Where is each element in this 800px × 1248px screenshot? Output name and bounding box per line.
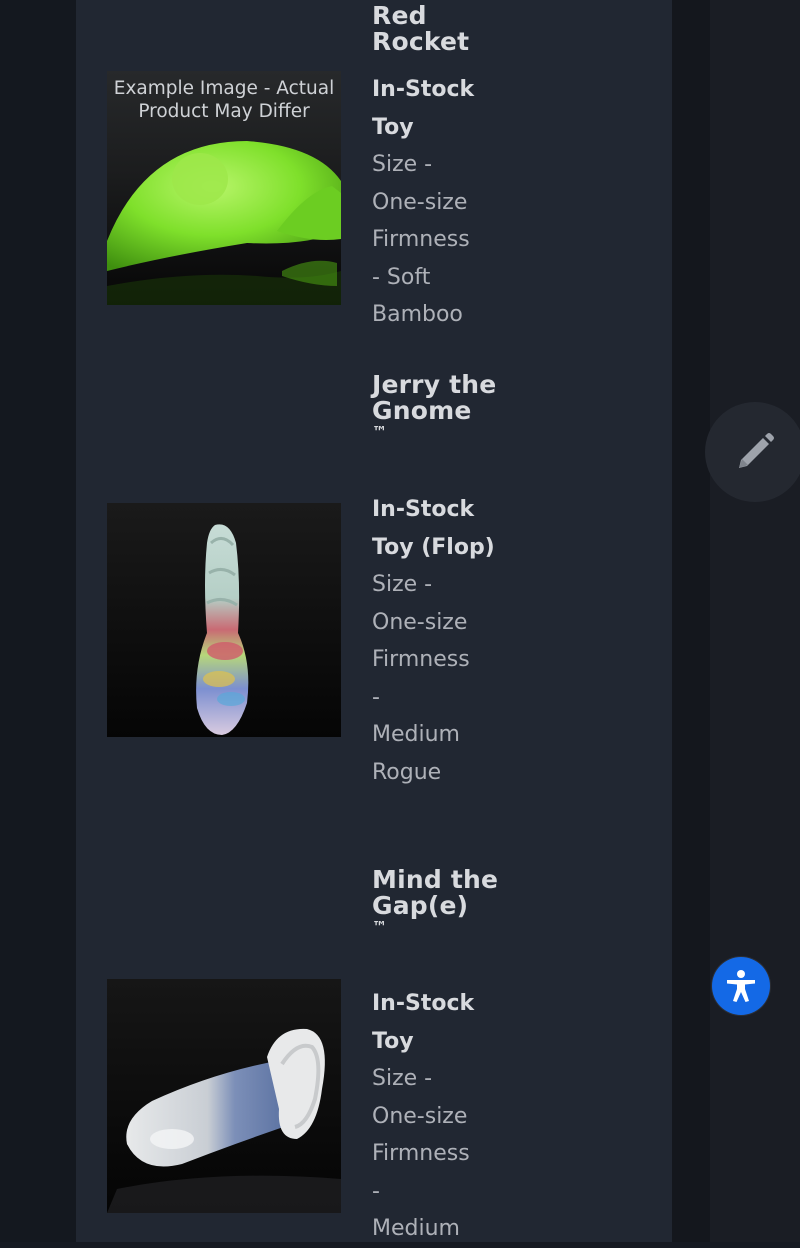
- product-card: Mind the Gap(e) ™ In-Stock Toy Size - On…: [76, 840, 672, 1242]
- multicolor-toy-image: [107, 503, 341, 737]
- white-blue-toy-image: [107, 979, 341, 1213]
- product-title-text: Jerry the Gnome: [372, 370, 497, 425]
- image-caption: Example Image - Actual Product May Diffe…: [113, 78, 335, 122]
- product-details: In-Stock Toy Size - One-size Firmness - …: [372, 985, 502, 1248]
- detail-line: Firmness: [372, 1141, 470, 1166]
- detail-line: One-size: [372, 1103, 468, 1129]
- product-image[interactable]: [107, 979, 341, 1213]
- detail-line: - Soft: [372, 264, 431, 290]
- product-title[interactable]: Red Rocket: [372, 3, 502, 55]
- product-title-text: Red Rocket: [372, 1, 470, 56]
- detail-line: Medium: [372, 722, 460, 747]
- stock-status: In-Stock Toy: [372, 991, 475, 1054]
- product-image[interactable]: Example Image - Actual Product May Diffe…: [107, 71, 341, 305]
- trademark-symbol: ™: [372, 423, 388, 441]
- accessibility-person-icon: [727, 970, 755, 1002]
- stock-status: In-Stock Toy: [372, 77, 475, 140]
- product-title[interactable]: Mind the Gap(e) ™: [372, 867, 502, 936]
- trademark-symbol: ™: [372, 918, 388, 936]
- product-card: Jerry the Gnome ™ In-Stock Toy (Flop) Si…: [76, 340, 672, 840]
- detail-line: -: [372, 1178, 380, 1204]
- product-title-text: Mind the Gap(e): [372, 865, 499, 920]
- product-list-panel: Red Rocket Example Image - Actual Produc…: [76, 0, 672, 1242]
- detail-line: Bamboo: [372, 302, 463, 327]
- product-details: In-Stock Toy Size - One-size Firmness - …: [372, 71, 502, 334]
- detail-line: Size -: [372, 572, 433, 597]
- detail-line: One-size: [372, 609, 468, 635]
- detail-line: Firmness: [372, 647, 470, 672]
- edit-button[interactable]: [705, 402, 800, 502]
- detail-line: Size -: [372, 152, 433, 177]
- detail-line: -: [372, 684, 380, 710]
- product-card: Red Rocket Example Image - Actual Produc…: [76, 0, 672, 340]
- product-details: In-Stock Toy (Flop) Size - One-size Firm…: [372, 491, 502, 791]
- accessibility-button[interactable]: [712, 957, 770, 1015]
- product-title[interactable]: Jerry the Gnome ™: [372, 372, 502, 441]
- product-image[interactable]: [107, 503, 341, 737]
- detail-line: Rogue: [372, 759, 442, 785]
- right-gutter: [672, 0, 710, 1242]
- left-margin: [0, 0, 76, 1242]
- detail-line: Size -: [372, 1066, 433, 1091]
- detail-line: One-size: [372, 189, 468, 215]
- stock-status: In-Stock Toy (Flop): [372, 497, 495, 560]
- detail-line: Firmness: [372, 227, 470, 252]
- pencil-icon: [739, 433, 774, 468]
